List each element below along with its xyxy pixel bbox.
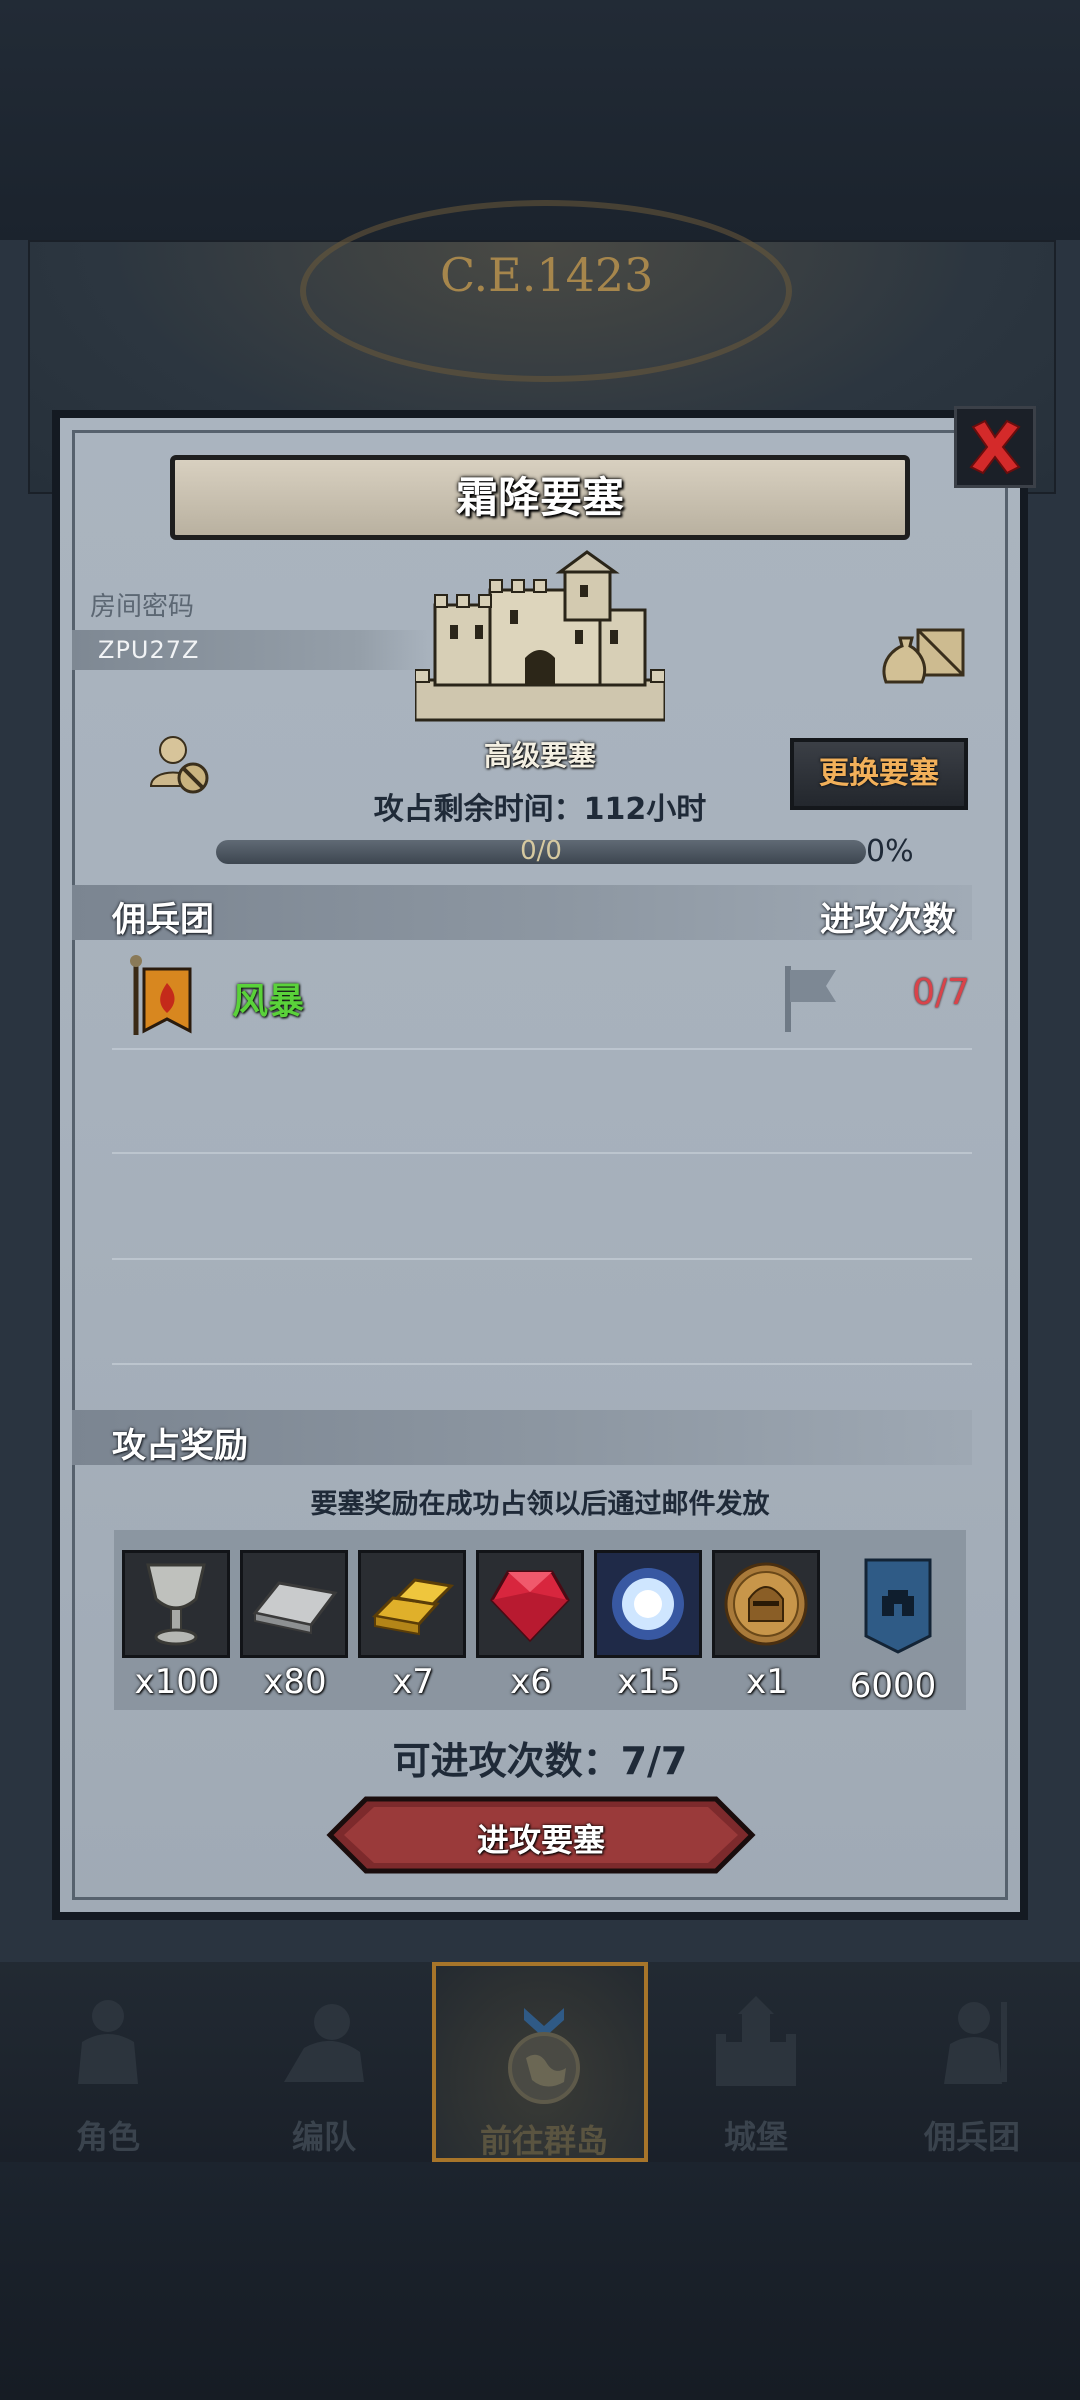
chalice-icon (146, 1563, 206, 1646)
fortress-level-name: 高级要塞 (483, 739, 596, 772)
attack-fortress-label: 进攻要塞 (476, 1821, 605, 1859)
nav-item-castle[interactable]: 城堡 (648, 1962, 864, 2162)
reward-qty: x7 (392, 1662, 434, 1702)
row-divider (112, 1152, 972, 1154)
capture-progress-text: 0/0 (520, 836, 562, 866)
reward-item[interactable]: x15 (594, 1550, 704, 1702)
room-password-label: 房间密码 (90, 592, 195, 622)
reward-item-frame (240, 1550, 348, 1658)
knight-armor-icon (78, 2000, 138, 2084)
reward-item-frame (712, 1550, 820, 1658)
fortress-banner-icon[interactable] (862, 1556, 934, 1656)
nav-item-role[interactable]: 角色 (0, 1962, 216, 2162)
reward-item[interactable]: x1 (712, 1550, 822, 1702)
reward-item-frame (594, 1550, 702, 1658)
nav-item-mercenary[interactable]: 佣兵团 (864, 1962, 1080, 2162)
mercenary-section-title: 佣兵团 (112, 900, 214, 940)
user-block-icon[interactable] (145, 730, 215, 800)
rewards-section-title: 攻占奖励 (112, 1426, 248, 1466)
capture-time-left: 攻占剩余时间：112小时 (373, 792, 707, 827)
reward-item[interactable]: x80 (240, 1550, 350, 1702)
reward-item-frame (122, 1550, 230, 1658)
nav-label: 佣兵团 (923, 2118, 1020, 2156)
ruby-gem-icon (490, 1570, 570, 1643)
reward-qty: x1 (746, 1662, 788, 1702)
nav-item-islands[interactable]: 前往群岛 (432, 1962, 648, 2162)
nav-label: 角色 (75, 2118, 140, 2156)
close-icon (969, 419, 1021, 475)
gold-bars-icon (371, 1578, 455, 1636)
nav-label: 编队 (291, 2118, 356, 2156)
row-divider (112, 1363, 972, 1365)
mercenary-name: 风暴 (232, 981, 305, 1022)
capture-progress-percent: 0% (866, 834, 914, 869)
fire-banner-icon (130, 955, 192, 1035)
attack-available: 可进攻次数：7/7 (392, 1739, 688, 1783)
reward-qty: x80 (263, 1662, 327, 1702)
reward-qty: x100 (134, 1662, 220, 1702)
row-divider (112, 1048, 972, 1050)
mercenary-attack-count: 0/7 (912, 972, 970, 1013)
castle-icon (716, 1996, 796, 2086)
blue-crystal-icon (612, 1568, 684, 1640)
reward-item[interactable]: x7 (358, 1550, 468, 1702)
rewards-note: 要塞奖励在成功占领以后通过邮件发放 (310, 1489, 770, 1520)
attack-count-header: 进攻次数 (820, 900, 956, 940)
knight-medal-icon (724, 1562, 808, 1646)
fortress-illustration (415, 550, 665, 722)
row-divider (112, 1258, 972, 1260)
room-code-value[interactable]: ZPU27Z (98, 636, 199, 664)
dialog-title: 霜降要塞 (170, 455, 910, 540)
supplies-icon[interactable] (878, 620, 968, 690)
reward-item-frame (476, 1550, 584, 1658)
reward-qty: x15 (617, 1662, 681, 1702)
reward-qty: x6 (510, 1662, 552, 1702)
background-bottom (0, 2162, 1080, 2400)
nav-label: 城堡 (723, 2118, 788, 2156)
reward-item[interactable]: x6 (476, 1550, 586, 1702)
reward-item-frame (358, 1550, 466, 1658)
iron-ingot-icon (252, 1581, 338, 1635)
era-year: C.E.1423 (440, 248, 654, 302)
reward-item[interactable]: x100 (122, 1550, 232, 1702)
nav-item-formation[interactable]: 编队 (216, 1962, 432, 2162)
flag-icon (785, 966, 836, 1032)
nav-label: 前往群岛 (479, 2122, 608, 2160)
globe-icon (508, 2008, 580, 2104)
reward-qty: 6000 (849, 1666, 937, 1706)
close-button[interactable] (954, 406, 1036, 488)
formation-icon (284, 2004, 364, 2082)
mercenary-icon (944, 2002, 1007, 2084)
